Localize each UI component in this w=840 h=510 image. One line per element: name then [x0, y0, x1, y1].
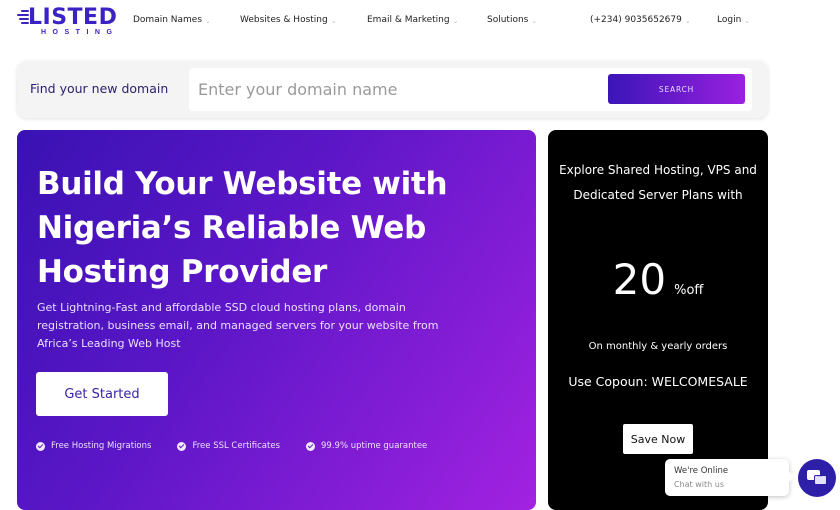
save-now-button[interactable]: Save Now	[623, 424, 693, 454]
discount-value: 20	[612, 255, 667, 304]
domain-search-label: Find your new domain	[30, 81, 169, 96]
chevron-down-icon: ⌄	[205, 17, 211, 25]
feature-item: 99.9% uptime guarantee	[306, 441, 427, 451]
feature-list: Free Hosting Migrations Free SSL Certifi…	[36, 441, 453, 451]
chat-prompt[interactable]: We're Online Chat with us	[665, 459, 794, 496]
chevron-down-icon: ⌄	[330, 17, 337, 25]
nav-item-phone[interactable]: (+234) 9035652679 ⌄	[590, 15, 691, 25]
top-navigation: LISTED HOSTING Domain Names ⌄ Websites &…	[0, 0, 840, 44]
promo-subtext: On monthly & yearly orders	[588, 341, 728, 352]
chat-launcher-button[interactable]	[798, 459, 836, 497]
feature-label: 99.9% uptime guarantee	[321, 441, 428, 451]
nav-item-websites-hosting[interactable]: Websites & Hosting ⌄	[240, 15, 337, 25]
chat-title: We're Online	[674, 466, 729, 476]
nav-item-login[interactable]: Login ⌄	[717, 15, 750, 25]
feature-item: Free SSL Certificates	[177, 441, 280, 451]
check-circle-icon	[36, 441, 45, 451]
nav-item-email-marketing[interactable]: Email & Marketing ⌄	[367, 15, 458, 25]
logo-tagline: HOSTING	[41, 29, 119, 36]
nav-item-label: Solutions	[487, 15, 529, 25]
nav-item-label: (+234) 9035652679	[590, 15, 682, 25]
chevron-down-icon: ⌄	[452, 17, 459, 25]
nav-item-label: Domain Names	[133, 15, 203, 25]
promo-card: Explore Shared Hosting, VPS and Dedicate…	[548, 130, 768, 510]
domain-search-bar: Find your new domain SEARCH	[17, 61, 768, 118]
feature-item: Free Hosting Migrations	[36, 441, 151, 451]
nav-item-label: Email & Marketing	[367, 15, 450, 25]
hero-title: Build Your Website with Nigeria’s Reliab…	[37, 166, 448, 290]
promo-coupon: Use Copoun: WELCOMESALE	[568, 374, 748, 389]
hero-banner: Build Your Website with Nigeria’s Reliab…	[17, 130, 536, 510]
nav-item-label: Login	[717, 15, 742, 25]
chevron-down-icon: ⌄	[684, 17, 691, 25]
get-started-button[interactable]: Get Started	[36, 372, 168, 416]
nav-item-domain-names[interactable]: Domain Names ⌄	[133, 15, 211, 25]
hero-description: Get Lightning-Fast and affordable SSD cl…	[37, 301, 439, 350]
logo[interactable]: LISTED HOSTING	[17, 7, 117, 36]
feature-label: Free Hosting Migrations	[51, 441, 152, 451]
nav-item-solutions[interactable]: Solutions ⌄	[487, 15, 537, 25]
search-button[interactable]: SEARCH	[608, 74, 745, 104]
feature-label: Free SSL Certificates	[192, 441, 281, 451]
promo-discount: 20 %off	[548, 256, 768, 304]
chevron-down-icon: ⌄	[531, 17, 538, 25]
chat-subtitle: Chat with us	[674, 480, 724, 489]
check-circle-icon	[177, 441, 187, 451]
logo-wordmark: LISTED	[28, 5, 118, 30]
discount-suffix: %off	[674, 283, 704, 298]
check-circle-icon	[306, 441, 316, 451]
nav-item-label: Websites & Hosting	[240, 15, 328, 25]
chevron-down-icon: ⌄	[744, 17, 751, 25]
promo-heading: Explore Shared Hosting, VPS and Dedicate…	[559, 163, 757, 202]
